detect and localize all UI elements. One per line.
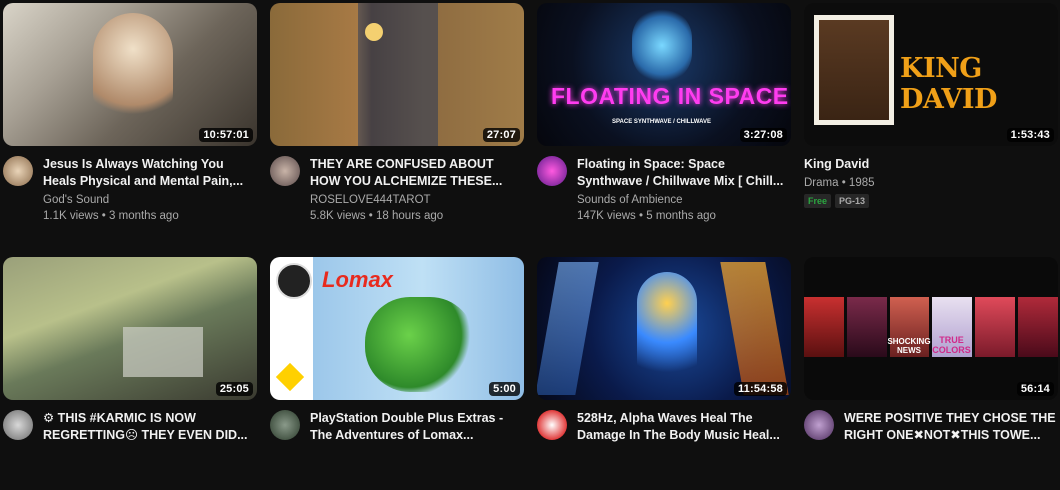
candle-light	[365, 23, 383, 41]
playstation-logo	[275, 362, 305, 392]
dna-helix-right	[720, 262, 789, 395]
video-card[interactable]: 25:05 ⚙ THIS #KARMIC IS NOW REGRETTING☹ …	[3, 257, 257, 490]
duration-badge: 25:05	[215, 382, 253, 396]
duration-badge: 56:14	[1016, 382, 1054, 396]
dna-helix-left	[537, 262, 599, 395]
video-thumbnail[interactable]: 10:57:01	[3, 3, 257, 146]
channel-name[interactable]: ROSELOVE444TAROT	[310, 194, 431, 206]
video-card[interactable]: SHOCKING NEWS TRUE COLORS 56:14 WERE POS…	[804, 257, 1058, 490]
duration-badge: 5:00	[489, 382, 520, 396]
video-card[interactable]: 10:57:01 Jesus Is Always Watching You He…	[3, 3, 257, 236]
tarot-cards	[123, 327, 203, 377]
duration-badge: 3:27:08	[739, 128, 787, 142]
channel-avatar[interactable]	[804, 410, 834, 440]
video-stats: 1.1K views • 3 months ago	[43, 210, 179, 222]
video-title[interactable]: King David	[804, 156, 1058, 173]
thumbnail-label-2: TRUE COLORS	[932, 335, 971, 355]
channel-avatar[interactable]	[537, 410, 567, 440]
channel-avatar[interactable]	[270, 156, 300, 186]
video-stats: 5.8K views • 18 hours ago	[310, 210, 444, 222]
video-thumbnail[interactable]: Lomax 5:00	[270, 257, 524, 400]
lomax-character	[365, 297, 475, 392]
channel-avatar[interactable]	[270, 410, 300, 440]
video-card[interactable]: 11:54:58 528Hz, Alpha Waves Heal The Dam…	[537, 257, 791, 490]
video-thumbnail[interactable]: 27:07	[270, 3, 524, 146]
channel-logo	[276, 263, 312, 299]
video-thumbnail[interactable]: KING DAVID 1:53:43	[804, 3, 1058, 146]
channel-avatar[interactable]	[537, 156, 567, 186]
rating-badge: PG-13	[835, 194, 870, 208]
video-thumbnail[interactable]: FLOATING IN SPACE SPACE SYNTHWAVE / CHIL…	[537, 3, 791, 146]
duration-badge: 10:57:01	[199, 128, 253, 142]
channel-name[interactable]: God's Sound	[43, 194, 109, 206]
video-thumbnail[interactable]: 11:54:58	[537, 257, 791, 400]
thumbnail-subtitle: SPACE SYNTHWAVE / CHILLWAVE	[612, 119, 712, 125]
video-title[interactable]: 528Hz, Alpha Waves Heal The Damage In Th…	[577, 410, 791, 444]
video-title[interactable]: ⚙ THIS #KARMIC IS NOW REGRETTING☹ THEY E…	[43, 410, 257, 444]
duration-badge: 11:54:58	[733, 382, 787, 396]
video-title[interactable]: PlayStation Double Plus Extras - The Adv…	[310, 410, 524, 444]
thumbnail-title: KING DAVID	[900, 53, 997, 115]
movie-genre-year: Drama • 1985	[804, 177, 875, 189]
thumbnail-label-1: SHOCKING NEWS	[887, 337, 931, 355]
video-stats: 147K views • 5 months ago	[577, 210, 716, 222]
badge-row: Free PG-13	[804, 194, 870, 208]
video-title[interactable]: WERE POSITIVE THEY CHOSE THE RIGHT ONE✖N…	[844, 410, 1058, 444]
video-card[interactable]: Lomax 5:00 PlayStation Double Plus Extra…	[270, 257, 524, 490]
video-thumbnail[interactable]: 25:05	[3, 257, 257, 400]
movie-card[interactable]: KING DAVID 1:53:43 King David Drama • 19…	[804, 3, 1058, 236]
figure-illustration	[93, 13, 173, 133]
portrait-frame	[814, 15, 894, 125]
free-badge: Free	[804, 194, 832, 208]
video-title[interactable]: Floating in Space: Space Synthwave / Chi…	[577, 156, 791, 190]
video-card[interactable]: FLOATING IN SPACE SPACE SYNTHWAVE / CHIL…	[537, 3, 791, 236]
video-title[interactable]: Jesus Is Always Watching You Heals Physi…	[43, 156, 257, 190]
thumbnail-title: FLOATING IN SPACE	[551, 83, 789, 109]
channel-name[interactable]: Sounds of Ambience	[577, 194, 683, 206]
video-thumbnail[interactable]: SHOCKING NEWS TRUE COLORS 56:14	[804, 257, 1058, 400]
thumbnail-title: Lomax	[322, 267, 393, 292]
channel-avatar[interactable]	[3, 156, 33, 186]
astronaut-illustration	[632, 8, 692, 83]
duration-badge: 27:07	[482, 128, 520, 142]
glowing-body-figure	[637, 272, 697, 397]
duration-badge: 1:53:43	[1006, 128, 1054, 142]
video-title[interactable]: THEY ARE CONFUSED ABOUT HOW YOU ALCHEMIZ…	[310, 156, 524, 190]
video-card[interactable]: 27:07 THEY ARE CONFUSED ABOUT HOW YOU AL…	[270, 3, 524, 236]
channel-avatar[interactable]	[3, 410, 33, 440]
